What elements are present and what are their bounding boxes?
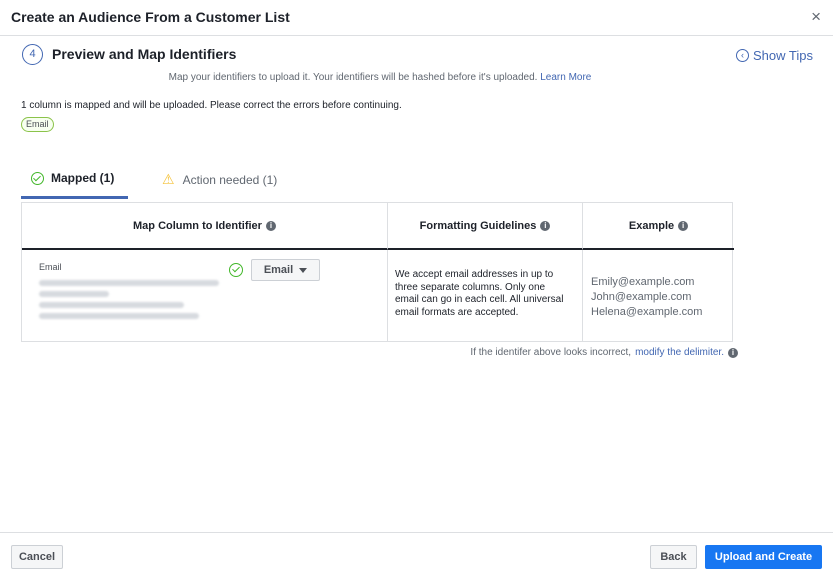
status-message: 1 column is mapped and will be uploaded.…	[21, 100, 402, 111]
example-cell: Emily@example.com John@example.com Helen…	[582, 250, 734, 341]
formatting-guidelines-text: We accept email addresses in up to three…	[395, 269, 564, 318]
identifier-dropdown-value: Email	[263, 264, 294, 276]
mapping-tabs: Mapped (1) ⚠ Action needed (1)	[21, 160, 733, 199]
redacted-value	[39, 302, 184, 308]
chevron-left-circle-icon: ‹	[736, 49, 750, 62]
step-number: 4	[22, 44, 43, 65]
example-item: Helena@example.com	[591, 306, 703, 318]
redacted-value	[39, 291, 109, 297]
dialog-header: Create an Audience From a Customer List …	[0, 0, 833, 36]
example-list: Emily@example.com John@example.com Helen…	[591, 275, 702, 320]
info-icon[interactable]: i	[540, 220, 551, 231]
info-icon[interactable]: i	[728, 347, 738, 358]
caret-down-icon	[299, 267, 308, 273]
dialog-footer: Cancel Back Upload and Create	[0, 532, 833, 579]
step-subtitle: Map your identifiers to upload it. Your …	[0, 72, 760, 83]
redacted-value	[39, 313, 199, 319]
dialog-title: Create an Audience From a Customer List	[11, 9, 290, 25]
delimiter-note-text: If the identifer above looks incorrect,	[470, 347, 632, 358]
column-name: Email	[39, 262, 62, 272]
learn-more-link[interactable]: Learn More	[540, 72, 591, 83]
example-item: Emily@example.com	[591, 276, 695, 288]
mapped-column-pill: Email	[21, 117, 54, 132]
header-formatting-guidelines: Formatting Guidelines i	[387, 203, 582, 250]
check-circle-icon	[229, 263, 243, 277]
tab-action-needed-label: Action needed (1)	[182, 172, 278, 187]
show-tips-link[interactable]: ‹ Show Tips	[736, 48, 813, 63]
mapping-table: Map Column to Identifier i Formatting Gu…	[21, 202, 734, 342]
guidelines-cell: We accept email addresses in up to three…	[387, 250, 582, 341]
cancel-button[interactable]: Cancel	[11, 545, 63, 569]
modify-delimiter-link[interactable]: modify the delimiter.	[635, 347, 724, 358]
header-example-label: Example	[628, 219, 675, 232]
step-title: Preview and Map Identifiers	[52, 46, 237, 62]
info-icon[interactable]: i	[265, 220, 276, 231]
tab-action-needed[interactable]: ⚠ Action needed (1)	[162, 160, 277, 199]
example-item: John@example.com	[591, 291, 692, 303]
tab-mapped-label: Mapped (1)	[51, 171, 115, 185]
show-tips-label: Show Tips	[753, 48, 813, 63]
header-map-column: Map Column to Identifier i	[22, 203, 387, 250]
redacted-value	[39, 280, 219, 286]
close-icon[interactable]: ×	[811, 8, 821, 25]
header-example: Example i	[582, 203, 734, 250]
upload-and-create-button[interactable]: Upload and Create	[705, 545, 822, 569]
delimiter-note: If the identifer above looks incorrect, …	[470, 347, 738, 358]
subtitle-text: Map your identifiers to upload it. Your …	[168, 72, 538, 83]
identifier-dropdown[interactable]: Email	[251, 259, 320, 281]
tab-mapped[interactable]: Mapped (1)	[21, 160, 128, 199]
warning-icon: ⚠	[162, 171, 175, 187]
back-button[interactable]: Back	[650, 545, 697, 569]
check-circle-icon	[31, 171, 44, 185]
header-map-column-label: Map Column to Identifier	[133, 219, 262, 232]
map-column-cell: Email Email	[22, 250, 387, 341]
info-icon[interactable]: i	[678, 220, 689, 231]
header-formatting-label: Formatting Guidelines	[419, 219, 537, 232]
